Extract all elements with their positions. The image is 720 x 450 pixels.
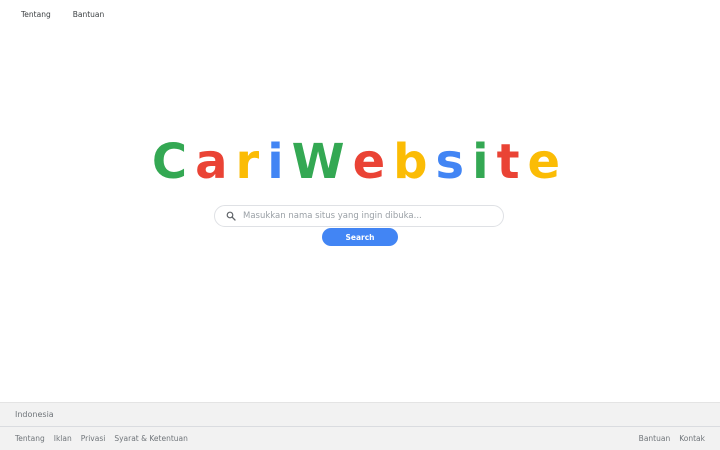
footer-right-links: Bantuan Kontak <box>639 434 705 443</box>
logo-letter: e <box>527 134 569 190</box>
logo-letter: a <box>195 134 236 190</box>
footer-link-terms[interactable]: Syarat & Ketentuan <box>114 434 188 443</box>
top-nav: Tentang Bantuan <box>21 10 104 19</box>
logo-letter: t <box>496 134 528 190</box>
page: Tentang Bantuan CariWebsite Search Indon… <box>0 0 720 450</box>
logo-letter: i <box>267 134 292 190</box>
top-nav-about-link[interactable]: Tentang <box>21 10 51 19</box>
logo-letter: C <box>151 134 196 190</box>
footer-link-about[interactable]: Tentang <box>15 434 45 443</box>
logo-letter: W <box>291 134 353 190</box>
logo-letter: r <box>235 134 268 190</box>
footer-country: Indonesia <box>0 403 720 427</box>
footer: Indonesia Tentang Iklan Privasi Syarat &… <box>0 402 720 450</box>
search-button[interactable]: Search <box>322 228 398 246</box>
logo: CariWebsite <box>0 134 720 190</box>
search-box[interactable] <box>214 205 504 227</box>
footer-link-ads[interactable]: Iklan <box>54 434 72 443</box>
footer-link-privacy[interactable]: Privasi <box>81 434 106 443</box>
search-icon <box>225 210 237 222</box>
footer-links: Tentang Iklan Privasi Syarat & Ketentuan… <box>0 427 720 450</box>
search-input[interactable] <box>243 211 493 221</box>
logo-letter: s <box>435 134 473 190</box>
top-nav-help-link[interactable]: Bantuan <box>73 10 105 19</box>
footer-left-links: Tentang Iklan Privasi Syarat & Ketentuan <box>15 434 188 443</box>
footer-link-help[interactable]: Bantuan <box>639 434 671 443</box>
logo-letter: b <box>393 134 436 190</box>
logo-letter: i <box>472 134 497 190</box>
logo-letter: e <box>352 134 394 190</box>
footer-link-contact[interactable]: Kontak <box>679 434 705 443</box>
